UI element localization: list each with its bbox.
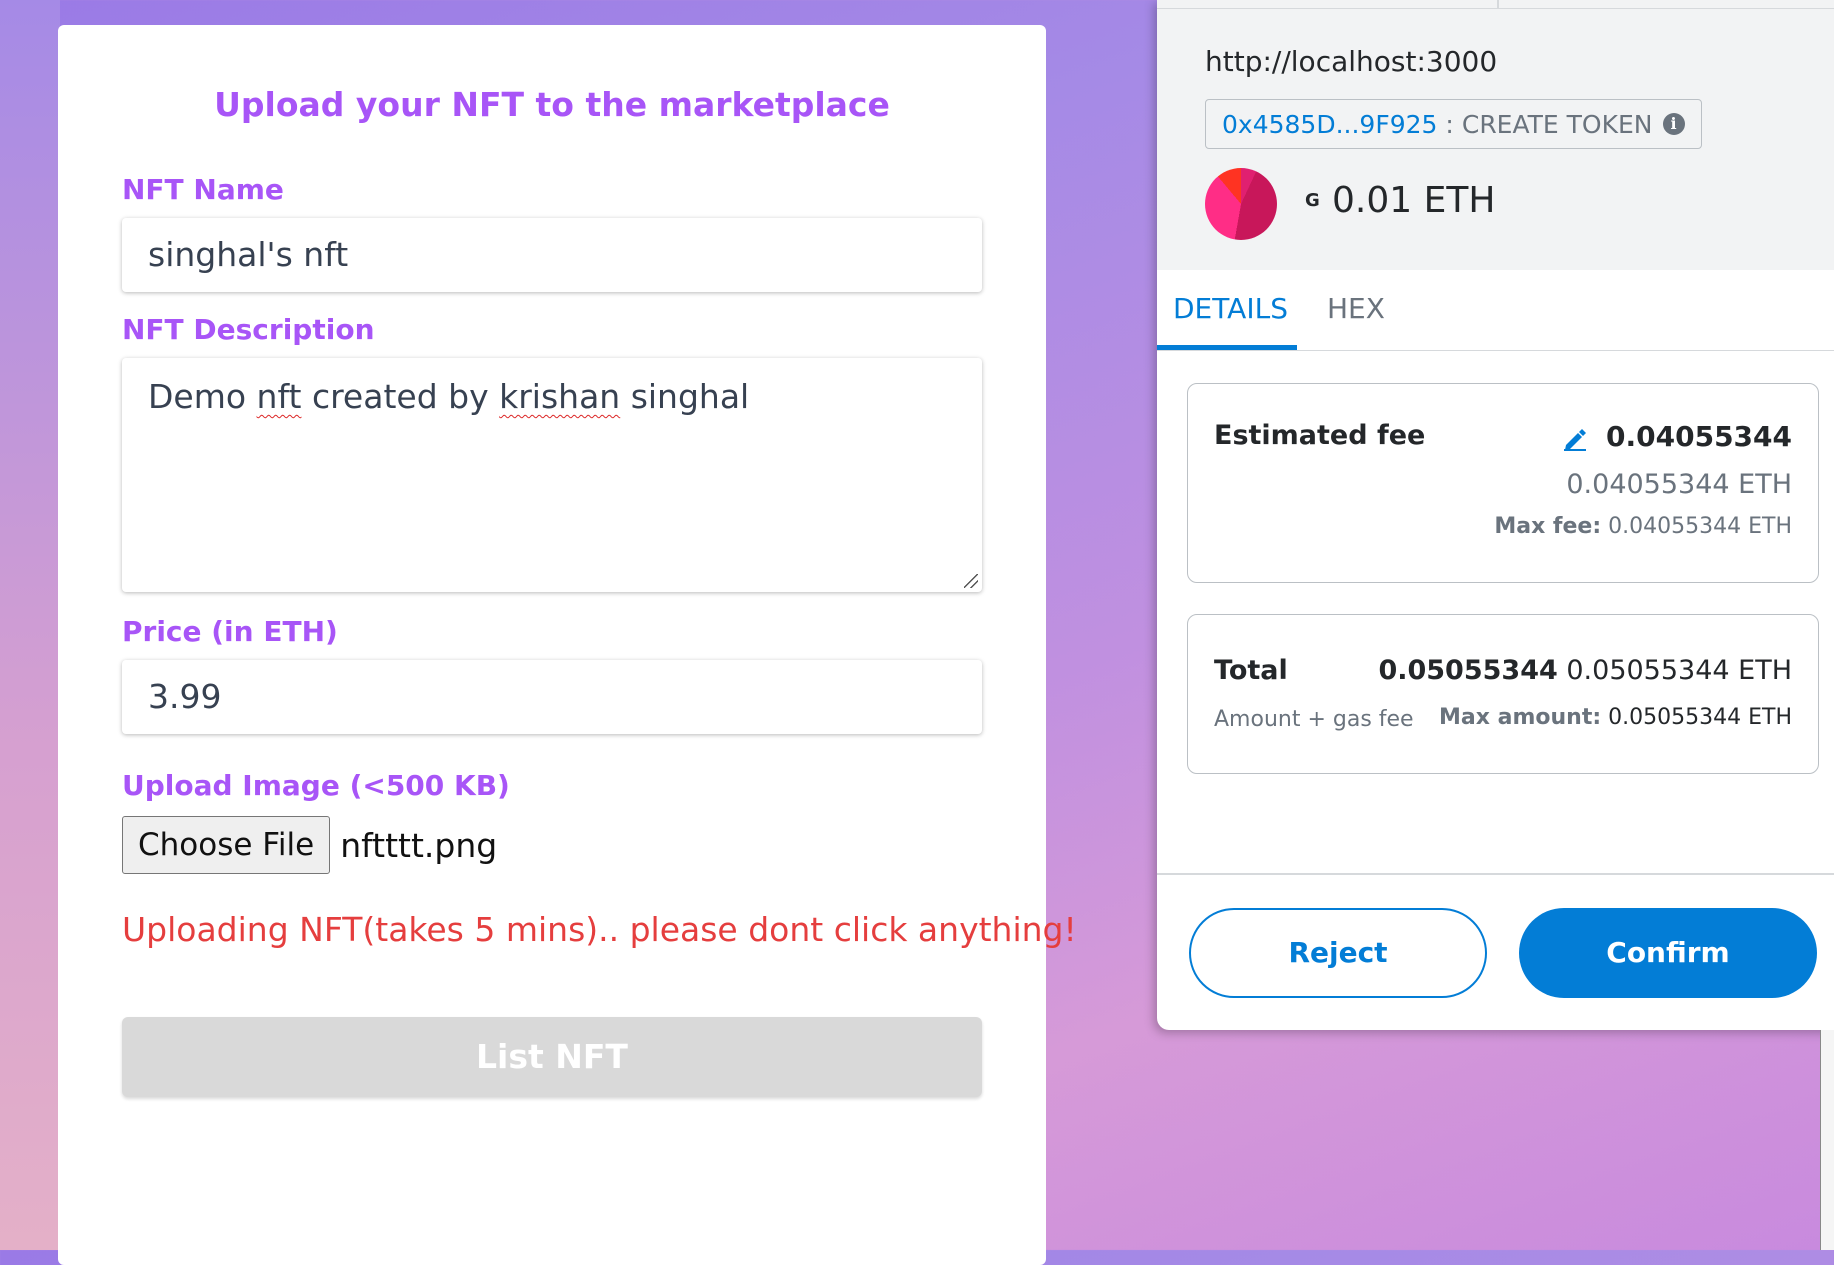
details-tabs: DETAILS HEX [1157,270,1834,351]
metamask-popup: http://localhost:3000 0x4585D...9F925 : … [1157,0,1834,1030]
choose-file-button[interactable]: Choose File [122,816,331,874]
estimated-fee-primary-row: 0.04055344 [1562,420,1792,453]
total-sublabel: Amount + gas fee [1214,707,1414,732]
contract-method-name: CREATE TOKEN [1461,109,1653,139]
nft-description-textarea[interactable]: Demo nft created by krishan singhal [122,358,982,592]
nft-name-input[interactable]: singhal's nft [122,218,982,292]
max-fee-label: Max fee: [1494,514,1602,539]
max-amount-row: Max amount: 0.05055344 ETH [1439,705,1792,730]
file-input[interactable]: Choose File nftttt.png [122,815,497,875]
estimated-fee-box: Estimated fee 0.04055344 0.04055344 ETH … [1187,383,1819,583]
nft-name-label: NFT Name [122,173,284,206]
estimated-fee-label: Estimated fee [1214,420,1426,451]
total-secondary: 0.05055344 ETH [1566,655,1792,686]
nft-description-label: NFT Description [122,313,375,346]
active-tab-indicator [1157,345,1297,350]
network-letter: G [1305,190,1320,211]
footer-divider [1157,873,1834,875]
total-label: Total [1214,655,1288,686]
textarea-resize-handle[interactable] [964,574,978,588]
upload-status-message: Uploading NFT(takes 5 mins).. please don… [122,910,1077,949]
confirm-button[interactable]: Confirm [1519,908,1817,998]
description-text: Demo nft created by krishan singhal [148,377,750,416]
window-edge-scrollbar [1820,1030,1834,1250]
upload-image-label: Upload Image (<500 KB) [122,769,510,802]
info-icon[interactable]: i [1662,113,1685,135]
total-box: Total 0.05055344 0.05055344 ETH Amount +… [1187,614,1819,774]
account-identicon [1205,168,1277,240]
max-fee-value: 0.04055344 ETH [1608,514,1792,539]
total-primary: 0.05055344 [1378,655,1558,686]
header-divider [1157,8,1834,9]
pill-separator: : [1445,109,1454,139]
tab-details[interactable]: DETAILS [1173,292,1288,325]
site-origin: http://localhost:3000 [1205,45,1498,78]
tab-hex[interactable]: HEX [1327,292,1385,325]
spellcheck-word: krishan [499,377,621,416]
price-input[interactable]: 3.99 [122,660,982,734]
list-nft-button[interactable]: List NFT [122,1017,982,1097]
nft-name-value: singhal's nft [148,235,349,274]
max-amount-label: Max amount: [1439,705,1602,730]
total-primary-row: 0.05055344 0.05055344 ETH [1378,655,1792,686]
selected-file-name: nftttt.png [340,825,498,865]
transaction-value: 0.01 ETH [1332,180,1496,221]
header-divider-vertical [1497,0,1499,9]
price-label: Price (in ETH) [122,615,338,648]
max-amount-value: 0.05055344 ETH [1608,705,1792,730]
contract-address-link[interactable]: 0x4585D...9F925 [1222,110,1437,139]
contract-method-pill: 0x4585D...9F925 : CREATE TOKEN i [1205,99,1702,149]
nft-upload-card: Upload your NFT to the marketplace NFT N… [58,25,1077,1265]
estimated-fee-secondary: 0.04055344 ETH [1566,469,1792,500]
price-value: 3.99 [148,677,222,716]
estimated-fee-primary: 0.04055344 [1606,420,1792,453]
form-title: Upload your NFT to the marketplace [214,85,890,124]
page-background [0,0,60,1250]
max-fee-row: Max fee: 0.04055344 ETH [1494,514,1792,539]
spellcheck-word: nft [256,377,302,416]
pencil-edit-icon[interactable] [1562,425,1588,451]
reject-button[interactable]: Reject [1189,908,1487,998]
